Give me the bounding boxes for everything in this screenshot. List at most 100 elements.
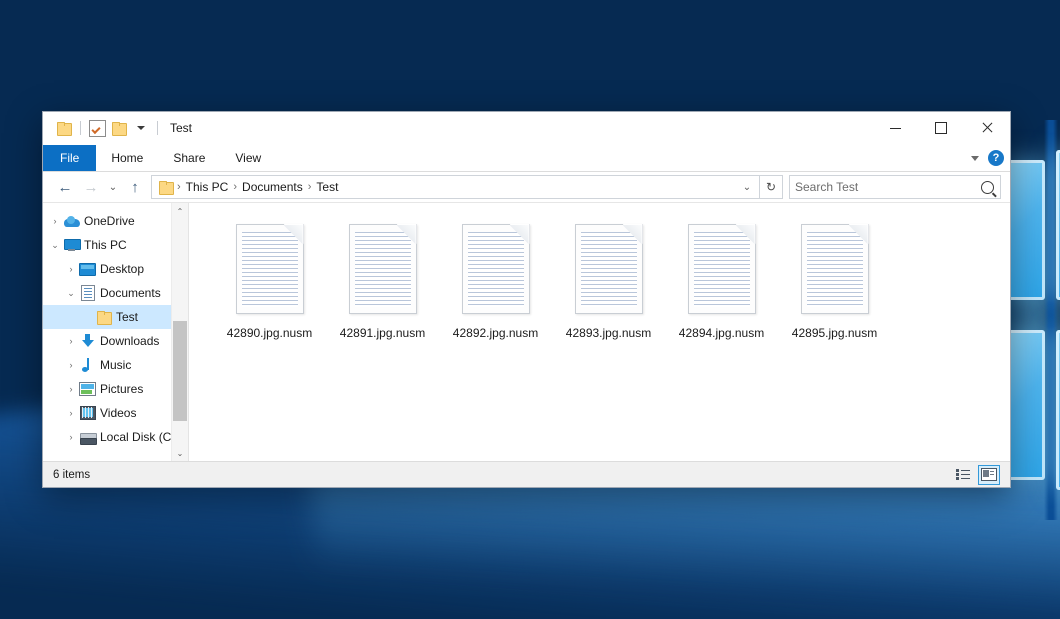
generic-document-icon (801, 224, 869, 314)
item-count-label: 6 items (53, 469, 90, 481)
file-name-label: 42890.jpg.nusm (227, 326, 312, 340)
sidebar-item-downloads[interactable]: ›Downloads (43, 329, 188, 353)
search-box[interactable]: Search Test (789, 175, 1001, 199)
file-list-pane[interactable]: 42890.jpg.nusm 42891.jpg.nusm 42892.jpg.nu… (189, 203, 1010, 461)
close-button[interactable] (964, 112, 1010, 144)
search-input[interactable]: Search Test (795, 180, 981, 194)
this-pc-icon (63, 239, 80, 251)
file-icon-wrapper (572, 221, 646, 317)
twisty-icon[interactable]: ⌄ (47, 240, 63, 251)
tab-file[interactable]: File (43, 145, 96, 171)
new-folder-icon[interactable] (108, 117, 130, 139)
file-item[interactable]: 42895.jpg.nusm (778, 217, 891, 340)
sidebar-item-label: Test (116, 310, 138, 324)
file-icon-wrapper (346, 221, 420, 317)
file-item[interactable]: 42893.jpg.nusm (552, 217, 665, 340)
sidebar-item-music[interactable]: › Music (43, 353, 188, 377)
disk-icon (79, 432, 96, 443)
navigation-pane-scrollbar[interactable]: ⌃ ⌄ (171, 203, 188, 461)
file-item[interactable]: 42890.jpg.nusm (213, 217, 326, 340)
desktop-icon (79, 263, 96, 276)
minimize-button[interactable] (872, 112, 918, 144)
scroll-down-arrow-icon[interactable]: ⌄ (172, 445, 188, 461)
forward-button: → (78, 175, 104, 199)
sidebar-item-documents[interactable]: ⌄ Documents (43, 281, 188, 305)
twisty-icon[interactable]: › (63, 264, 79, 274)
windows-logo-pane-bottom-right (1056, 330, 1060, 490)
properties-icon[interactable] (86, 117, 108, 139)
twisty-icon[interactable]: › (63, 336, 79, 346)
back-button[interactable]: ← (52, 175, 78, 199)
help-icon[interactable]: ? (988, 150, 1004, 166)
details-view-button[interactable] (952, 465, 974, 485)
large-icons-view-button[interactable] (978, 465, 1000, 485)
sidebar-item-label: Pictures (100, 382, 143, 396)
pictures-icon (79, 382, 96, 396)
twisty-icon[interactable]: › (47, 216, 63, 226)
address-history-chevron-icon[interactable]: ⌄ (739, 182, 755, 193)
sidebar-item-label: This PC (84, 238, 127, 252)
sidebar-item-label: Desktop (100, 262, 144, 276)
sidebar-item-label: Music (100, 358, 131, 372)
sidebar-item-local-disk-c[interactable]: › Local Disk (C:) (43, 425, 188, 449)
status-bar: 6 items (43, 461, 1010, 487)
expand-ribbon-chevron-icon[interactable] (971, 156, 979, 161)
generic-document-icon (575, 224, 643, 314)
sidebar-item-onedrive[interactable]: › OneDrive (43, 209, 188, 233)
sidebar-item-this-pc[interactable]: ⌄ This PC (43, 233, 188, 257)
twisty-icon[interactable]: › (63, 432, 79, 442)
scroll-up-arrow-icon[interactable]: ⌃ (172, 203, 188, 219)
document-lines (242, 232, 298, 307)
music-icon (79, 358, 96, 372)
sidebar-item-label: Local Disk (C:) (100, 430, 179, 444)
ribbon-tab-bar: File Home Share View ? (43, 145, 1010, 172)
file-name-label: 42891.jpg.nusm (340, 326, 425, 340)
twisty-icon[interactable]: › (63, 360, 79, 370)
document-lines (468, 232, 524, 307)
twisty-icon[interactable]: ⌄ (63, 288, 79, 299)
recent-locations-button[interactable]: ⌄ (104, 175, 122, 199)
file-item[interactable]: 42892.jpg.nusm (439, 217, 552, 340)
window-body: › OneDrive ⌄ This PC › Desktop ⌄ Documents Test ›… (43, 202, 1010, 461)
sidebar-item-desktop[interactable]: › Desktop (43, 257, 188, 281)
refresh-button[interactable]: ↻ (760, 175, 783, 199)
file-name-label: 42893.jpg.nusm (566, 326, 651, 340)
sidebar-item-videos[interactable]: › Videos (43, 401, 188, 425)
address-bar-row: ← → ⌄ ↑ › This PC › Documents › Test ⌄ ↻… (43, 172, 1010, 202)
documents-icon (79, 285, 96, 301)
qat-separator-1 (80, 121, 81, 135)
tab-home[interactable]: Home (96, 145, 158, 171)
twisty-icon[interactable]: › (63, 384, 79, 394)
tab-view[interactable]: View (220, 145, 276, 171)
onedrive-icon (63, 216, 80, 227)
breadcrumb-test[interactable]: Test (312, 180, 342, 194)
sidebar-item-label: OneDrive (84, 214, 135, 228)
sidebar-item-test[interactable]: Test (43, 305, 188, 329)
maximize-button[interactable] (918, 112, 964, 144)
sidebar-item-label: Videos (100, 406, 136, 420)
document-lines (694, 232, 750, 307)
sidebar-item-pictures[interactable]: › Pictures (43, 377, 188, 401)
scrollbar-thumb[interactable] (173, 321, 187, 421)
breadcrumb-this-pc[interactable]: This PC (182, 180, 233, 194)
breadcrumb-documents[interactable]: Documents (238, 180, 307, 194)
windows-logo-pane-top-right (1056, 150, 1060, 300)
file-item[interactable]: 42894.jpg.nusm (665, 217, 778, 340)
folder-icon[interactable] (53, 117, 75, 139)
customize-chevron-icon[interactable] (130, 117, 152, 139)
search-icon[interactable] (981, 181, 994, 194)
file-explorer-window: Test File Home Share View ? ← → ⌄ ↑ › Th… (42, 111, 1011, 488)
twisty-icon[interactable]: › (63, 408, 79, 418)
document-lines (807, 232, 863, 307)
up-button[interactable]: ↑ (122, 175, 148, 199)
sidebar-item-label: Documents (100, 286, 161, 300)
generic-document-icon (349, 224, 417, 314)
tab-share[interactable]: Share (158, 145, 220, 171)
file-item[interactable]: 42891.jpg.nusm (326, 217, 439, 340)
windows-logo-pane-bottom-left (1007, 330, 1045, 480)
address-bar[interactable]: › This PC › Documents › Test ⌄ (151, 175, 760, 199)
file-icon-wrapper (459, 221, 533, 317)
generic-document-icon (688, 224, 756, 314)
title-bar: Test (43, 112, 1010, 145)
view-mode-buttons (952, 465, 1000, 485)
